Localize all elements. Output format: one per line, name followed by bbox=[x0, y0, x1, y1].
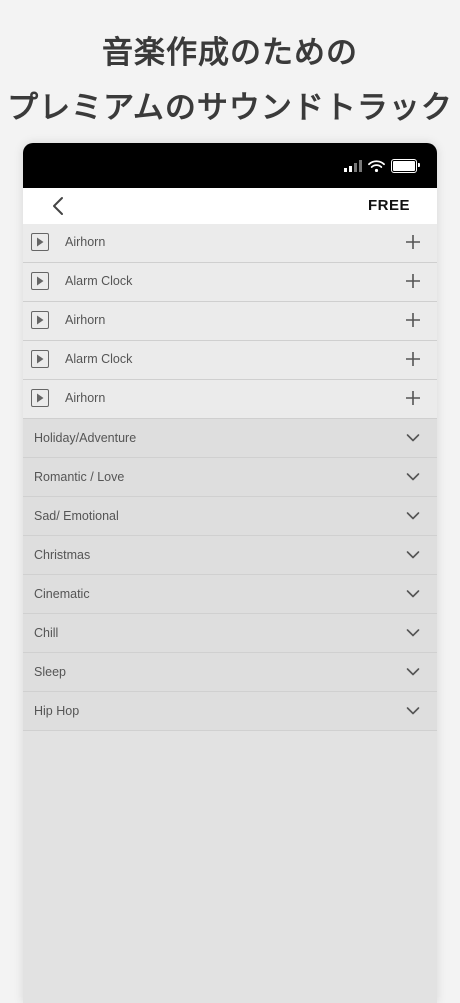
chevron-down-icon bbox=[406, 707, 420, 715]
headline-line-1: 音楽作成のための bbox=[102, 35, 358, 71]
category-row[interactable]: Sad/ Emotional bbox=[23, 497, 437, 536]
track-row: Airhorn bbox=[23, 302, 437, 341]
plus-icon[interactable] bbox=[406, 391, 420, 405]
nav-bar: FREE bbox=[23, 188, 437, 224]
play-button[interactable] bbox=[31, 350, 49, 368]
plus-icon[interactable] bbox=[406, 313, 420, 327]
headline-line-2: プレミアムのサウンドトラック bbox=[7, 90, 453, 126]
promo-headline: 音楽作成のための プレミアムのサウンドトラック bbox=[0, 26, 460, 136]
play-button[interactable] bbox=[31, 233, 49, 251]
track-row: Alarm Clock bbox=[23, 263, 437, 302]
category-label: Cinematic bbox=[34, 587, 90, 601]
plus-icon[interactable] bbox=[406, 235, 420, 249]
chevron-down-icon bbox=[406, 434, 420, 442]
play-icon bbox=[37, 237, 44, 247]
sound-list: Airhorn Alarm Clock Airhorn Alarm Clock bbox=[23, 224, 437, 731]
free-label[interactable]: FREE bbox=[368, 197, 410, 214]
track-label: Alarm Clock bbox=[65, 352, 133, 366]
category-label: Hip Hop bbox=[34, 704, 80, 718]
cellular-signal-icon bbox=[344, 160, 362, 172]
chevron-down-icon bbox=[406, 668, 420, 676]
battery-icon bbox=[391, 159, 420, 173]
chevron-down-icon bbox=[406, 629, 420, 637]
plus-icon[interactable] bbox=[406, 274, 420, 288]
status-icons bbox=[344, 159, 420, 173]
category-row[interactable]: Chill bbox=[23, 614, 437, 653]
play-icon bbox=[37, 393, 44, 403]
track-label: Airhorn bbox=[65, 235, 106, 249]
chevron-left-icon[interactable] bbox=[49, 195, 69, 217]
track-row: Airhorn bbox=[23, 380, 437, 419]
category-label: Holiday/Adventure bbox=[34, 431, 137, 445]
track-label: Alarm Clock bbox=[65, 274, 133, 288]
plus-icon[interactable] bbox=[406, 352, 420, 366]
phone-screen: FREE Airhorn Alarm Clock Airhorn Alarm C… bbox=[23, 143, 437, 1003]
category-row[interactable]: Hip Hop bbox=[23, 692, 437, 731]
chevron-down-icon bbox=[406, 473, 420, 481]
category-label: Romantic / Love bbox=[34, 470, 125, 484]
category-row[interactable]: Sleep bbox=[23, 653, 437, 692]
play-icon bbox=[37, 354, 44, 364]
chevron-down-icon bbox=[406, 551, 420, 559]
track-label: Airhorn bbox=[65, 391, 106, 405]
wifi-icon bbox=[368, 160, 385, 172]
track-row: Airhorn bbox=[23, 224, 437, 263]
play-button[interactable] bbox=[31, 389, 49, 407]
play-icon bbox=[37, 276, 44, 286]
category-row[interactable]: Romantic / Love bbox=[23, 458, 437, 497]
status-bar bbox=[23, 143, 437, 188]
category-label: Sleep bbox=[34, 665, 66, 679]
category-label: Sad/ Emotional bbox=[34, 509, 119, 523]
category-row[interactable]: Holiday/Adventure bbox=[23, 419, 437, 458]
play-button[interactable] bbox=[31, 272, 49, 290]
chevron-down-icon bbox=[406, 512, 420, 520]
track-label: Airhorn bbox=[65, 313, 106, 327]
chevron-down-icon bbox=[406, 590, 420, 598]
category-row[interactable]: Christmas bbox=[23, 536, 437, 575]
category-label: Chill bbox=[34, 626, 59, 640]
play-button[interactable] bbox=[31, 311, 49, 329]
category-row[interactable]: Cinematic bbox=[23, 575, 437, 614]
track-row: Alarm Clock bbox=[23, 341, 437, 380]
category-label: Christmas bbox=[34, 548, 91, 562]
play-icon bbox=[37, 315, 44, 325]
